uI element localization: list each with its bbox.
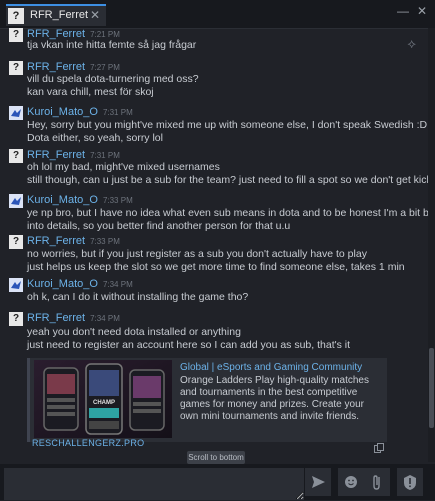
avatar[interactable] xyxy=(9,278,23,292)
scrollbar-thumb[interactable] xyxy=(429,348,434,428)
message-line: Hey, sorry but you might've mixed me up … xyxy=(27,119,428,131)
message-line: kan vara chill, mest för skoj xyxy=(27,86,154,98)
message-author[interactable]: RFR_Ferret 7:27 PM xyxy=(27,61,120,73)
message-input[interactable] xyxy=(4,468,304,500)
message-time: 7:21 PM xyxy=(90,30,120,39)
scroll-to-bottom-button[interactable]: Scroll to bottom xyxy=(187,451,245,464)
avatar[interactable]: ? xyxy=(9,235,23,249)
preview-image-caption: CHAMP xyxy=(93,400,115,406)
message-line: just need to register an account here so… xyxy=(27,339,351,351)
message-time: 7:27 PM xyxy=(90,63,120,72)
message-time: 7:33 PM xyxy=(90,237,120,246)
send-button[interactable] xyxy=(305,468,331,496)
message-line: tja vkan inte hitta femte så jag frågar xyxy=(27,39,197,51)
message-time: 7:33 PM xyxy=(102,196,133,205)
message-line: vill du spela dota-turnering med oss? xyxy=(27,73,199,85)
message-line: oh lol my bad, might've mixed usernames xyxy=(27,161,220,173)
emoji-icon xyxy=(345,476,357,488)
link-preview-title[interactable]: Global | eSports and Gaming Community xyxy=(180,362,362,373)
tab-avatar: ? xyxy=(8,8,24,24)
message-line: ye np bro, but I have no idea what even … xyxy=(27,207,428,219)
message-author[interactable]: Kuroi_Mato_O 7:33 PM xyxy=(27,194,133,206)
report-button[interactable] xyxy=(397,468,423,496)
chat-tab[interactable]: ? RFR_Ferret ✕ xyxy=(6,4,106,26)
message-line: just helps us keep the slot so we get mo… xyxy=(27,261,405,273)
link-preview-card[interactable]: CHAMP Global | eSports and Gaming Commun… xyxy=(27,358,387,442)
message-author[interactable]: RFR_Ferret 7:33 PM xyxy=(27,235,120,247)
message-time: 7:31 PM xyxy=(102,108,133,117)
close-window-button[interactable]: ✕ xyxy=(417,4,427,18)
emoji-button[interactable] xyxy=(338,468,364,496)
title-bar: ? RFR_Ferret ✕ — ✕ xyxy=(0,0,435,29)
link-preview-image[interactable]: CHAMP xyxy=(34,360,172,438)
message-line: no worries, but if you just register as … xyxy=(27,248,367,260)
message-time: 7:34 PM xyxy=(90,314,120,323)
avatar[interactable]: ? xyxy=(9,149,23,163)
message-time: 7:31 PM xyxy=(90,151,120,160)
copy-icon[interactable] xyxy=(374,440,384,453)
message-composer xyxy=(0,464,435,500)
message-author[interactable]: Kuroi_Mato_O 7:31 PM xyxy=(27,106,133,118)
paperclip-icon xyxy=(373,475,380,490)
tab-close-icon[interactable]: ✕ xyxy=(90,8,100,22)
tab-name: RFR_Ferret xyxy=(30,9,89,21)
message-line: oh k, can I do it without installing the… xyxy=(27,291,249,303)
message-line: into details, so you better find another… xyxy=(27,220,291,232)
avatar[interactable] xyxy=(9,194,23,208)
send-icon xyxy=(312,476,325,488)
message-author[interactable]: Kuroi_Mato_O 7:34 PM xyxy=(27,278,133,290)
attach-button[interactable] xyxy=(364,468,390,496)
link-preview-description: Orange Ladders Play high-quality matches… xyxy=(180,375,369,422)
minimize-button[interactable]: — xyxy=(397,4,409,18)
message-time: 7:34 PM xyxy=(102,280,133,289)
avatar[interactable]: ? xyxy=(9,28,23,42)
chat-scrollbar[interactable] xyxy=(428,28,435,462)
alert-icon xyxy=(404,475,416,490)
voice-settings-icon[interactable]: ⟡ xyxy=(407,36,416,52)
avatar[interactable] xyxy=(9,106,23,120)
avatar[interactable]: ? xyxy=(9,61,23,75)
message-line: yeah you don't need dota installed or an… xyxy=(27,326,241,338)
avatar[interactable]: ? xyxy=(9,312,23,326)
message-author[interactable]: RFR_Ferret 7:31 PM xyxy=(27,149,120,161)
message-line: Dota either, so yeah, sorry lol xyxy=(27,132,163,144)
link-preview-url[interactable]: RESCHALLENGERZ.PRO xyxy=(32,438,144,448)
message-line: still though, can u just be a sub for th… xyxy=(27,174,428,186)
message-author[interactable]: RFR_Ferret 7:34 PM xyxy=(27,312,120,324)
